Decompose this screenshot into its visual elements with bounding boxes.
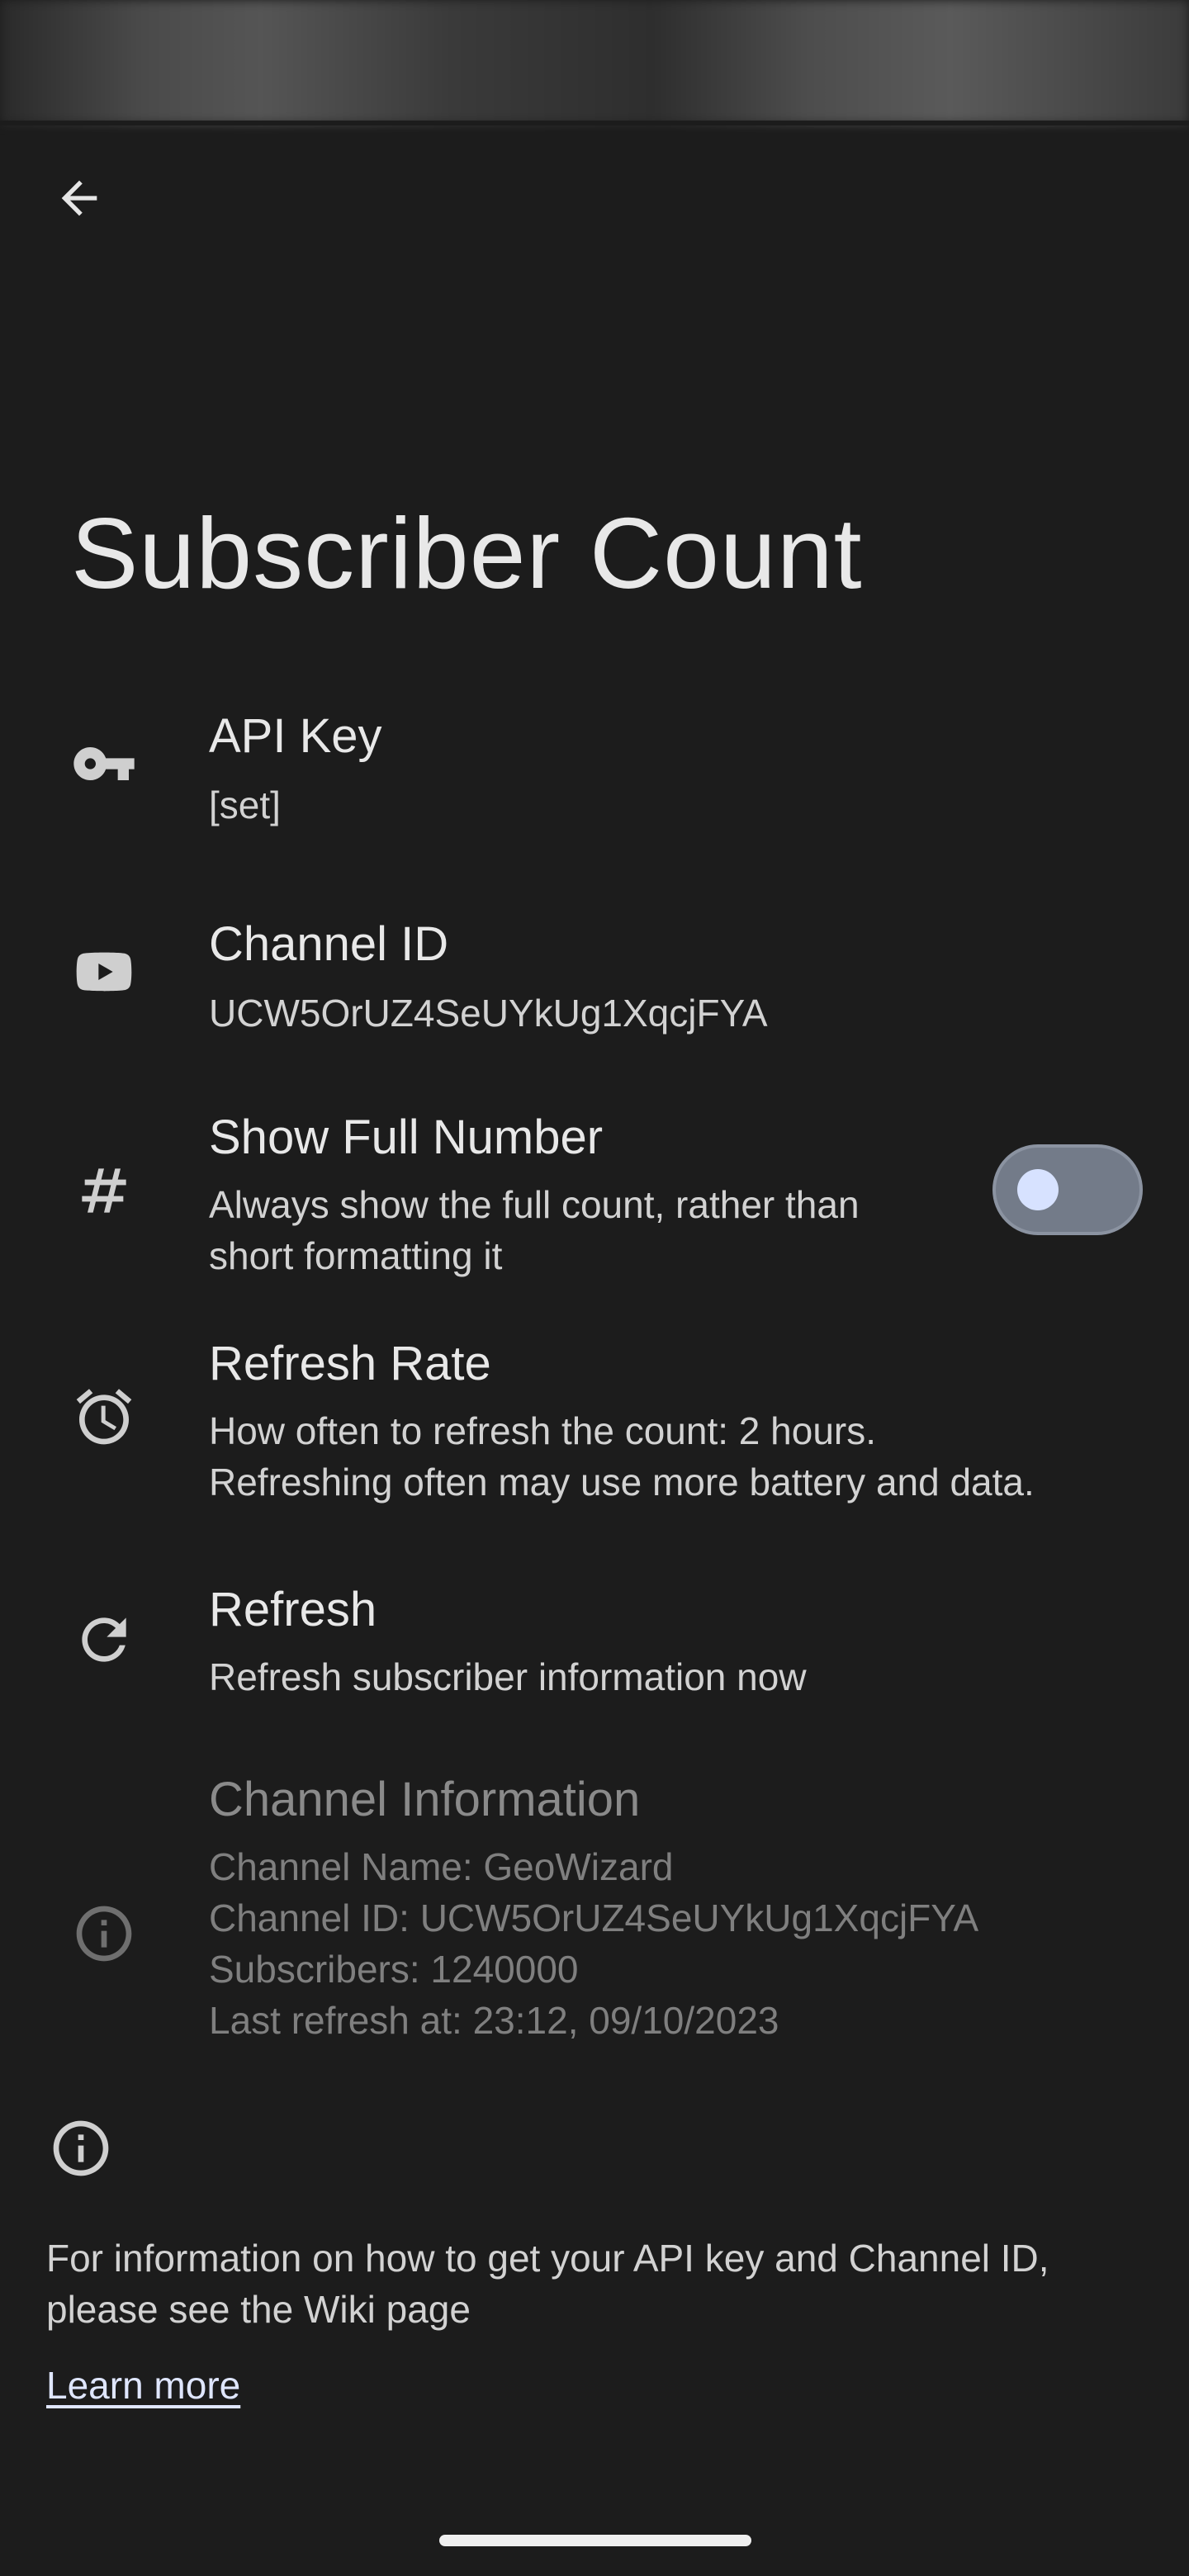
- pref-title: Channel ID: [209, 917, 449, 971]
- pref-title: API Key: [209, 709, 382, 763]
- pref-summary: Always show the full count, rather than …: [209, 1183, 860, 1277]
- back-button[interactable]: [46, 165, 112, 231]
- pref-title: Channel Information: [209, 1773, 641, 1826]
- pref-summary: Channel Name: GeoWizard Channel ID: UCW5…: [209, 1845, 979, 2042]
- learn-more-link[interactable]: Learn more: [46, 2363, 240, 2408]
- pref-channel-information: Channel Information Channel Name: GeoWiz…: [0, 1764, 1189, 2044]
- pref-summary: UCW5OrUZ4SeUYkUg1XqcjFYA: [209, 992, 768, 1035]
- gesture-navigation-bar[interactable]: [439, 2535, 751, 2546]
- pref-title: Show Full Number: [209, 1110, 604, 1164]
- pref-title: Refresh Rate: [209, 1337, 491, 1390]
- pref-api-key[interactable]: API Key [set]: [0, 694, 1189, 850]
- arrow-back-icon: [61, 180, 97, 216]
- status-bar: [0, 0, 1189, 124]
- youtube-icon: [71, 939, 137, 1005]
- refresh-icon: [71, 1607, 137, 1673]
- pref-refresh[interactable]: Refresh Refresh subscriber information n…: [0, 1569, 1189, 1726]
- pref-summary: [set]: [209, 784, 281, 826]
- pref-channel-id[interactable]: Channel ID UCW5OrUZ4SeUYkUg1XqcjFYA: [0, 902, 1189, 1058]
- info-icon: [71, 1901, 137, 1967]
- pref-title: Refresh: [209, 1583, 377, 1636]
- status-bar-divider: [0, 121, 1189, 125]
- show-full-number-switch[interactable]: [992, 1144, 1143, 1235]
- page-title: Subscriber Count: [71, 497, 863, 609]
- info-icon: [48, 2115, 114, 2181]
- switch-thumb: [1017, 1169, 1059, 1210]
- pref-summary: How often to refresh the count: 2 hours.…: [209, 1409, 1035, 1503]
- hash-icon: [71, 1158, 137, 1224]
- pref-refresh-rate[interactable]: Refresh Rate How often to refresh the co…: [0, 1324, 1189, 1522]
- alarm-icon: [71, 1384, 137, 1450]
- footer-info-text: For information on how to get your API k…: [46, 2237, 1049, 2331]
- key-icon: [71, 731, 137, 797]
- pref-summary: Refresh subscriber information now: [209, 1655, 807, 1698]
